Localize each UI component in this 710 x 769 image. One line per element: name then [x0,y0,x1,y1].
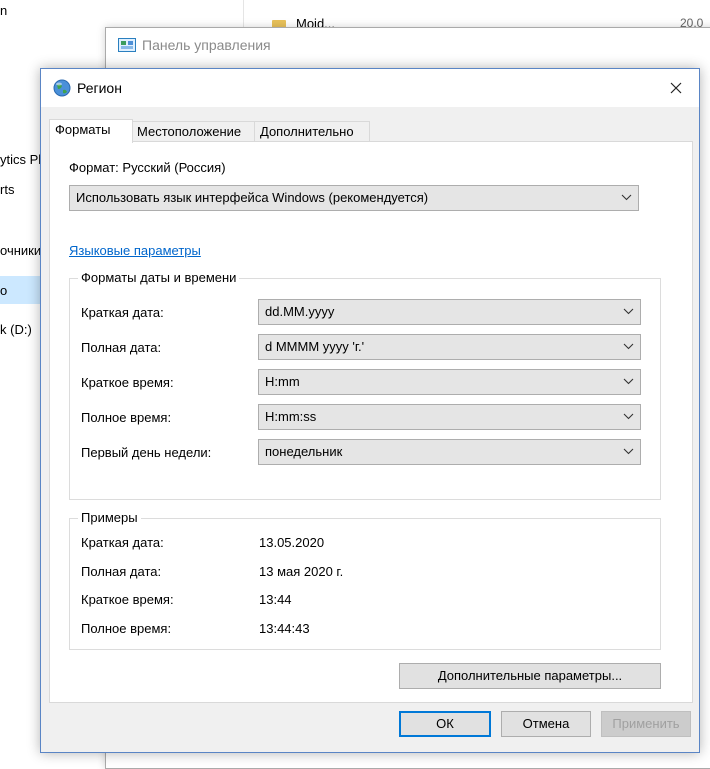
first-day-label: Первый день недели: [81,445,212,460]
format-label: Формат: Русский (Россия) [69,160,226,175]
long-date-label: Полная дата: [81,340,162,355]
short-time-label: Краткое время: [81,375,174,390]
long-time-value: H:mm:ss [265,409,317,424]
long-date-value: d MMMM yyyy 'г.' [265,339,365,354]
short-time-value: H:mm [265,374,300,389]
nav-item-fragment[interactable]: k (D:) [0,322,32,337]
example-long-date-label: Полная дата: [81,564,162,579]
examples-group-title: Примеры [78,510,141,525]
chevron-down-icon [623,378,634,385]
example-short-date-value: 13.05.2020 [259,535,325,550]
title-bar[interactable]: Регион [41,69,699,107]
nav-item-fragment[interactable]: o [0,283,7,298]
chevron-down-icon [623,448,634,455]
dialog-title: Регион [77,80,122,96]
region-dialog: Регион Форматы Местоположение Дополнител… [40,68,700,753]
close-icon [670,82,682,94]
example-short-time-label: Краткое время: [81,592,174,607]
example-short-time-value: 13:44 [259,592,292,607]
short-date-label: Краткая дата: [81,305,164,320]
nav-item-fragment[interactable]: ytics Pl [0,152,41,167]
globe-icon [53,79,71,97]
chevron-down-icon [623,343,634,350]
chevron-down-icon [623,413,634,420]
example-long-time-value: 13:44:43 [259,621,310,636]
datetime-formats-group: Форматы даты и времени Краткая дата: dd.… [69,270,661,500]
example-long-time-label: Полное время: [81,621,172,636]
close-button[interactable] [653,69,699,107]
language-settings-link[interactable]: Языковые параметры [69,243,201,258]
tab-administrative[interactable]: Дополнительно [254,121,370,142]
column-divider [243,0,244,30]
ok-button[interactable]: ОК [399,711,491,737]
tab-location[interactable]: Местоположение [131,121,256,142]
format-select-value: Использовать язык интерфейса Windows (ре… [76,190,429,205]
apply-button[interactable]: Применить [601,711,691,737]
example-short-date-label: Краткая дата: [81,535,164,550]
nav-item-fragment[interactable]: n [0,3,7,18]
short-date-select[interactable]: dd.MM.yyyy [258,299,641,325]
formats-panel: Формат: Русский (Россия) Использовать яз… [49,141,693,703]
nav-item-fragment[interactable]: rts [0,182,14,197]
long-date-select[interactable]: d MMMM yyyy 'г.' [258,334,641,360]
long-time-label: Полное время: [81,410,172,425]
control-panel-icon [118,38,136,52]
example-long-date-value: 13 мая 2020 г. [259,564,344,579]
tab-formats[interactable]: Форматы [49,119,133,143]
datetime-group-title: Форматы даты и времени [78,270,240,285]
format-select[interactable]: Использовать язык интерфейса Windows (ре… [69,185,639,211]
chevron-down-icon [623,308,634,315]
first-day-value: понедельник [265,444,343,459]
additional-settings-button[interactable]: Дополнительные параметры... [399,663,661,689]
nav-item-fragment[interactable]: очники [0,243,41,258]
long-time-select[interactable]: H:mm:ss [258,404,641,430]
cancel-button[interactable]: Отмена [501,711,591,737]
first-day-select[interactable]: понедельник [258,439,641,465]
control-panel-title: Панель управления [142,37,271,53]
short-date-value: dd.MM.yyyy [265,304,335,319]
short-time-select[interactable]: H:mm [258,369,641,395]
chevron-down-icon [621,194,632,201]
examples-group: Примеры Краткая дата: 13.05.2020 Полная … [69,510,661,650]
